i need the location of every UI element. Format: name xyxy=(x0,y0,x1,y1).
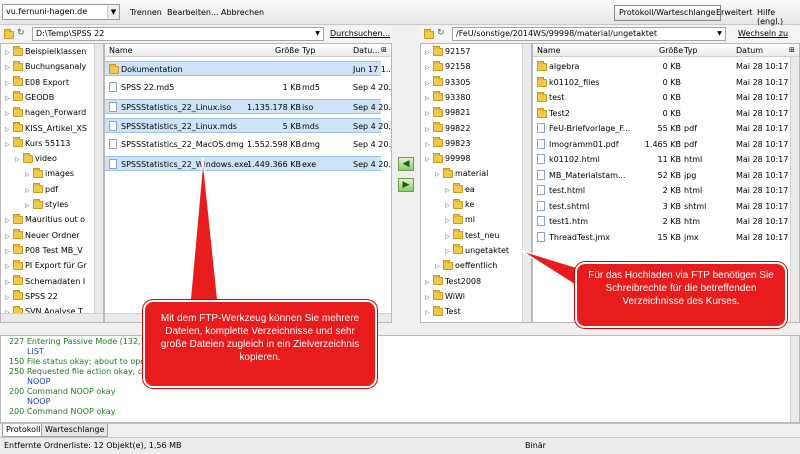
left-callout: Mit dem FTP-Werkzeug können Sie mehrere … xyxy=(143,300,377,388)
callout-pointers xyxy=(189,157,593,303)
right-callout: Für das Hochladen via FTP benötigen Sie … xyxy=(575,262,787,328)
left-callout-pointer xyxy=(189,157,219,303)
